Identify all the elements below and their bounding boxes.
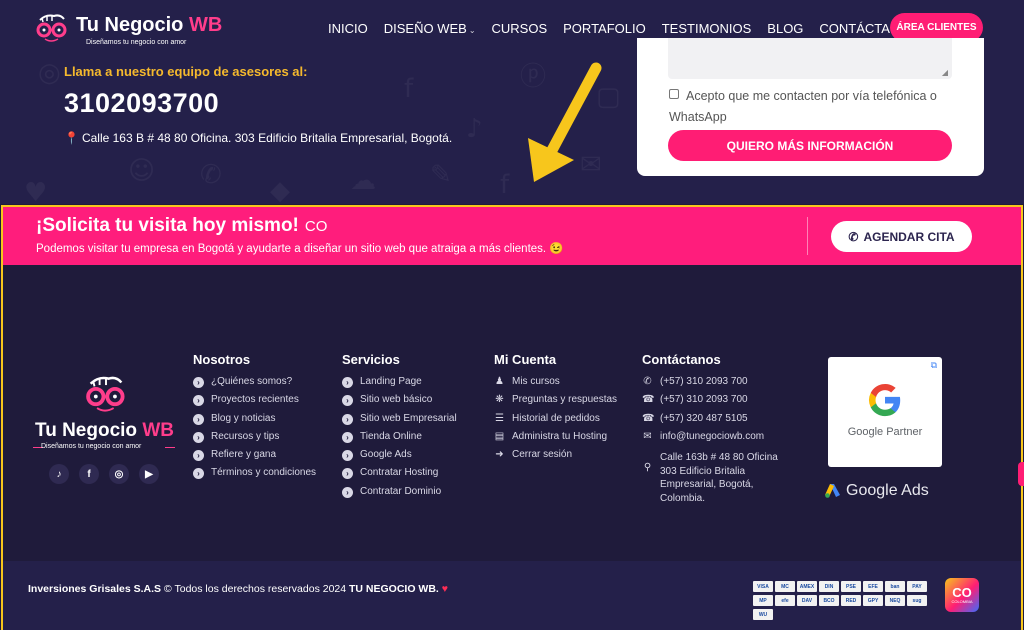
resize-handle-icon[interactable]: ◢ (942, 68, 948, 77)
side-widget-tab[interactable] (1018, 462, 1024, 486)
hero-address: 📍 Calle 163 B # 48 80 Oficina. 303 Edific… (64, 131, 453, 145)
hero-section: ◎ ⓟ f ♪ ▢ ☺ ✆ ☁ ◆ ✎ f ♥ ✉ Tu Negocio WB (0, 0, 1024, 204)
map-pin-icon: 📍 (64, 131, 79, 145)
submit-button[interactable]: QUIERO MÁS INFORMACIÓN (668, 130, 952, 161)
hero-phone[interactable]: 3102093700 (64, 88, 219, 119)
nav-item-testimonios[interactable]: TESTIMONIOS (654, 21, 760, 36)
highlight-frame (1, 205, 1023, 630)
message-textarea[interactable]: ◢ (668, 38, 952, 79)
nav-item-cursos[interactable]: CURSOS (484, 21, 556, 36)
nav-item-diseno-web[interactable]: DISEÑO WEB ⌄ (376, 21, 484, 36)
nav-item-blog[interactable]: BLOG (759, 21, 811, 36)
consent-label: Acepto que me contacten por vía telefóni… (669, 89, 937, 124)
pointer-arrow-icon (528, 62, 602, 182)
chevron-down-icon: ⌄ (468, 25, 476, 35)
nav-item-inicio[interactable]: INICIO (320, 21, 376, 36)
brand-logo[interactable]: Tu Negocio WB Diseñamos tu negocio con a… (34, 8, 224, 50)
brand-tagline: Diseñamos tu negocio con amor (86, 39, 187, 46)
contact-form: ◢ Acepto que me contacten por vía telefó… (637, 38, 984, 176)
glasses-logo-icon (36, 14, 67, 42)
brand-name: Tu Negocio WB (76, 14, 223, 36)
call-label: Llama a nuestro equipo de asesores al: (64, 64, 308, 79)
nav-item-portafolio[interactable]: PORTAFOLIO (555, 21, 654, 36)
